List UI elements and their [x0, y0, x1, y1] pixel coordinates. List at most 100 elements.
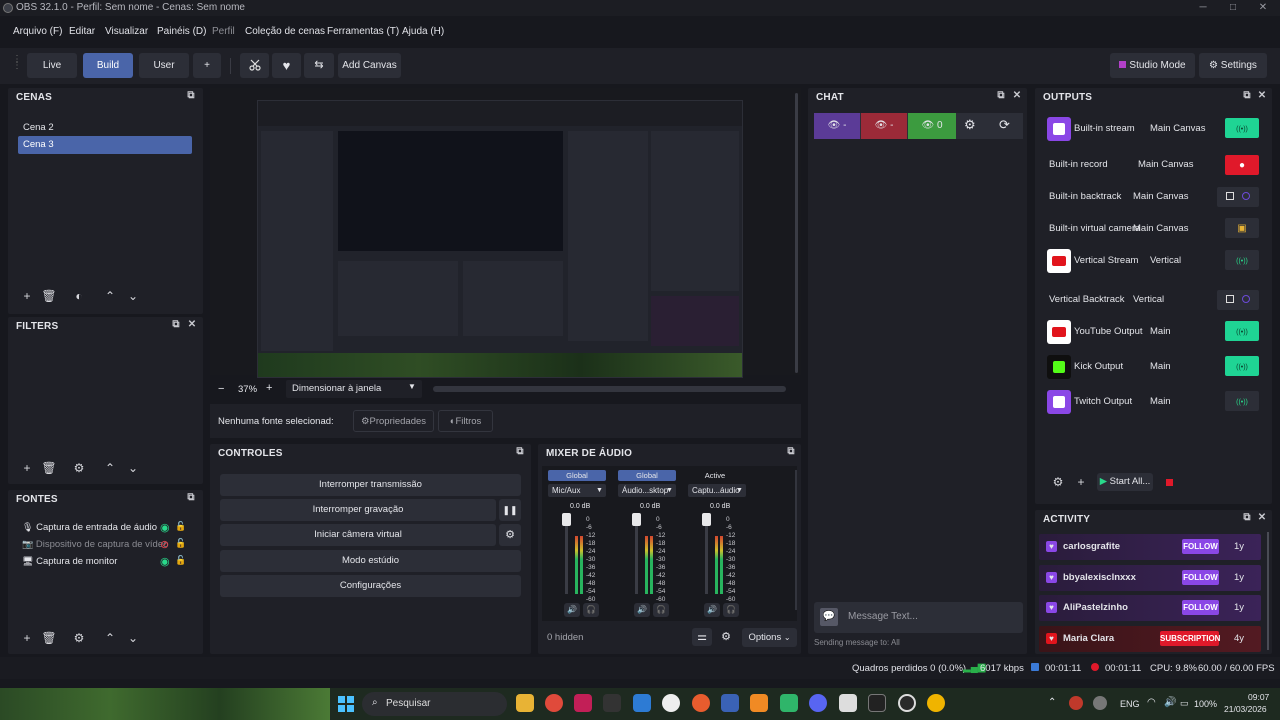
mixer-layout-button[interactable]: ⚌: [692, 628, 712, 646]
monitor-button[interactable]: 🎧: [723, 603, 739, 617]
outputs-settings-button[interactable]: ⚙: [1049, 474, 1067, 490]
channel-source-select[interactable]: Áudio...sktop ▼: [618, 484, 676, 497]
remove-scene-button[interactable]: 🗑: [40, 288, 58, 304]
mixer-options-button[interactable]: Options ⌄: [742, 628, 797, 647]
twitch-viewers-pill[interactable]: 👁 -: [814, 113, 860, 139]
add-scene-button[interactable]: +: [18, 288, 36, 304]
discord-icon[interactable]: [809, 694, 827, 712]
virtual-camera-button[interactable]: Iniciar câmera virtual: [220, 524, 496, 546]
float-panel-icon[interactable]: ⧉: [786, 447, 796, 457]
file-explorer-icon[interactable]: [516, 694, 534, 712]
mute-button[interactable]: 🔊: [564, 603, 580, 617]
activity-scrollbar[interactable]: [1267, 532, 1269, 650]
chat-message-input[interactable]: 💬 Message Text...: [814, 602, 1023, 633]
monitor-button[interactable]: 🎧: [653, 603, 669, 617]
zoom-in-button[interactable]: +: [266, 382, 272, 394]
scissors-button[interactable]: [240, 53, 269, 78]
obs-icon[interactable]: [898, 694, 916, 712]
visibility-hidden-icon[interactable]: ⊘: [160, 538, 169, 551]
output-toggle-button[interactable]: ((•)): [1225, 391, 1259, 411]
output-toggle-button[interactable]: ▣: [1225, 218, 1259, 238]
source-properties-button[interactable]: ⚙: [70, 630, 88, 646]
menu-arquivo[interactable]: Arquivo (F): [13, 26, 62, 37]
float-panel-icon[interactable]: ⧉: [996, 91, 1006, 101]
close-window-button[interactable]: ✕: [1248, 0, 1278, 16]
remove-filter-button[interactable]: 🗑: [40, 460, 58, 476]
stop-stream-button[interactable]: Interromper transmissão: [220, 474, 521, 496]
tray-app-icon[interactable]: [1093, 696, 1107, 710]
studio-mode-button[interactable]: Studio Mode: [1110, 53, 1195, 78]
tray-app-icon[interactable]: [1069, 696, 1083, 710]
heart-button[interactable]: ♥: [272, 53, 301, 78]
preview-area[interactable]: [210, 88, 801, 378]
settings-control-button[interactable]: Configurações: [220, 575, 521, 597]
chrome-icon[interactable]: [927, 694, 945, 712]
move-down-button[interactable]: ⌄: [124, 460, 142, 476]
scene-filters-button[interactable]: ◐: [70, 288, 88, 304]
app-icon[interactable]: [839, 694, 857, 712]
live-mode-button[interactable]: Live: [27, 53, 77, 78]
lock-icon[interactable]: 🔓: [175, 555, 186, 566]
remove-source-button[interactable]: 🗑: [40, 630, 58, 646]
lock-icon[interactable]: 🔓: [175, 521, 186, 532]
menu-ferramentas[interactable]: Ferramentas (T): [327, 26, 399, 37]
scale-mode-select[interactable]: Dimensionar à janela ▼: [286, 380, 422, 398]
mute-button[interactable]: 🔊: [704, 603, 720, 617]
clock-time[interactable]: 09:07: [1248, 692, 1269, 702]
source-item[interactable]: 🎙 Captura de entrada de áudio ◉ 🔓: [22, 521, 192, 536]
move-up-button[interactable]: ⌃: [101, 630, 119, 646]
visibility-eye-icon[interactable]: ◉: [160, 555, 170, 568]
float-panel-icon[interactable]: ⧉: [515, 447, 525, 457]
menu-visualizar[interactable]: Visualizar: [105, 26, 148, 37]
backtrack-controls[interactable]: [1217, 290, 1259, 310]
stop-all-button[interactable]: [1160, 474, 1178, 490]
filters-button[interactable]: ◐Filtros: [438, 410, 493, 432]
mixer-settings-button[interactable]: ⚙: [716, 628, 736, 646]
chrome-icon[interactable]: [545, 694, 563, 712]
start-all-button[interactable]: ▶ Start All...: [1097, 473, 1153, 491]
user-mode-button[interactable]: User: [139, 53, 189, 78]
app-icon[interactable]: [662, 694, 680, 712]
scene-item-selected[interactable]: Cena 3: [18, 136, 192, 154]
chat-settings-icon[interactable]: ⚙: [964, 117, 976, 133]
maximize-button[interactable]: □: [1218, 0, 1248, 16]
menu-perfil[interactable]: Perfil: [212, 26, 235, 37]
settings-button[interactable]: ⚙ Settings: [1199, 53, 1267, 78]
mute-button[interactable]: 🔊: [634, 603, 650, 617]
float-panel-icon[interactable]: ⧉: [186, 91, 196, 101]
virtual-camera-settings-button[interactable]: ⚙: [499, 524, 521, 546]
float-panel-icon[interactable]: ⧉: [171, 320, 181, 330]
close-panel-icon[interactable]: ✕: [1012, 91, 1022, 101]
channel-source-select[interactable]: Captu...áudio ▼: [688, 484, 746, 497]
add-mode-button[interactable]: +: [193, 53, 221, 78]
volume-fader-track[interactable]: [635, 514, 638, 594]
scene-item[interactable]: Cena 2: [18, 119, 192, 137]
volume-fader-track[interactable]: [565, 514, 568, 594]
youtube-viewers-pill[interactable]: 👁 -: [861, 113, 907, 139]
visibility-eye-icon[interactable]: ◉: [160, 521, 170, 534]
menu-ajuda[interactable]: Ajuda (H): [402, 26, 444, 37]
app-icon[interactable]: [574, 694, 592, 712]
activity-row[interactable]: ♥ Maria Clara SUBSCRIPTION 4y: [1039, 626, 1261, 652]
source-item[interactable]: 🖥 Captura de monitor ◉ 🔓: [22, 555, 192, 570]
activity-row[interactable]: ♥ bbyalexisclnxxx FOLLOW 1y: [1039, 565, 1261, 591]
monitor-button[interactable]: 🎧: [583, 603, 599, 617]
drag-handle-icon[interactable]: ⋮ ⋮: [12, 55, 22, 75]
move-up-button[interactable]: ⌃: [101, 288, 119, 304]
volume-icon[interactable]: 🔊: [1164, 697, 1176, 708]
move-up-button[interactable]: ⌃: [101, 460, 119, 476]
app-icon[interactable]: [721, 694, 739, 712]
float-panel-icon[interactable]: ⧉: [186, 493, 196, 503]
app-icon[interactable]: [603, 694, 621, 712]
add-source-button[interactable]: +: [18, 630, 36, 646]
zoom-out-button[interactable]: −: [218, 383, 224, 395]
filter-settings-button[interactable]: ⚙: [70, 460, 88, 476]
add-canvas-button[interactable]: Add Canvas: [338, 53, 401, 78]
add-output-button[interactable]: +: [1072, 474, 1090, 490]
lock-icon[interactable]: 🔓: [175, 538, 186, 549]
activity-row[interactable]: ♥ AliPastelzinho FOLLOW 1y: [1039, 595, 1261, 621]
start-button[interactable]: [338, 696, 354, 712]
move-down-button[interactable]: ⌄: [124, 288, 142, 304]
menu-colecao-cenas[interactable]: Coleção de cenas: [245, 26, 325, 37]
taskbar-search[interactable]: ⌕ Pesquisar: [362, 692, 507, 716]
